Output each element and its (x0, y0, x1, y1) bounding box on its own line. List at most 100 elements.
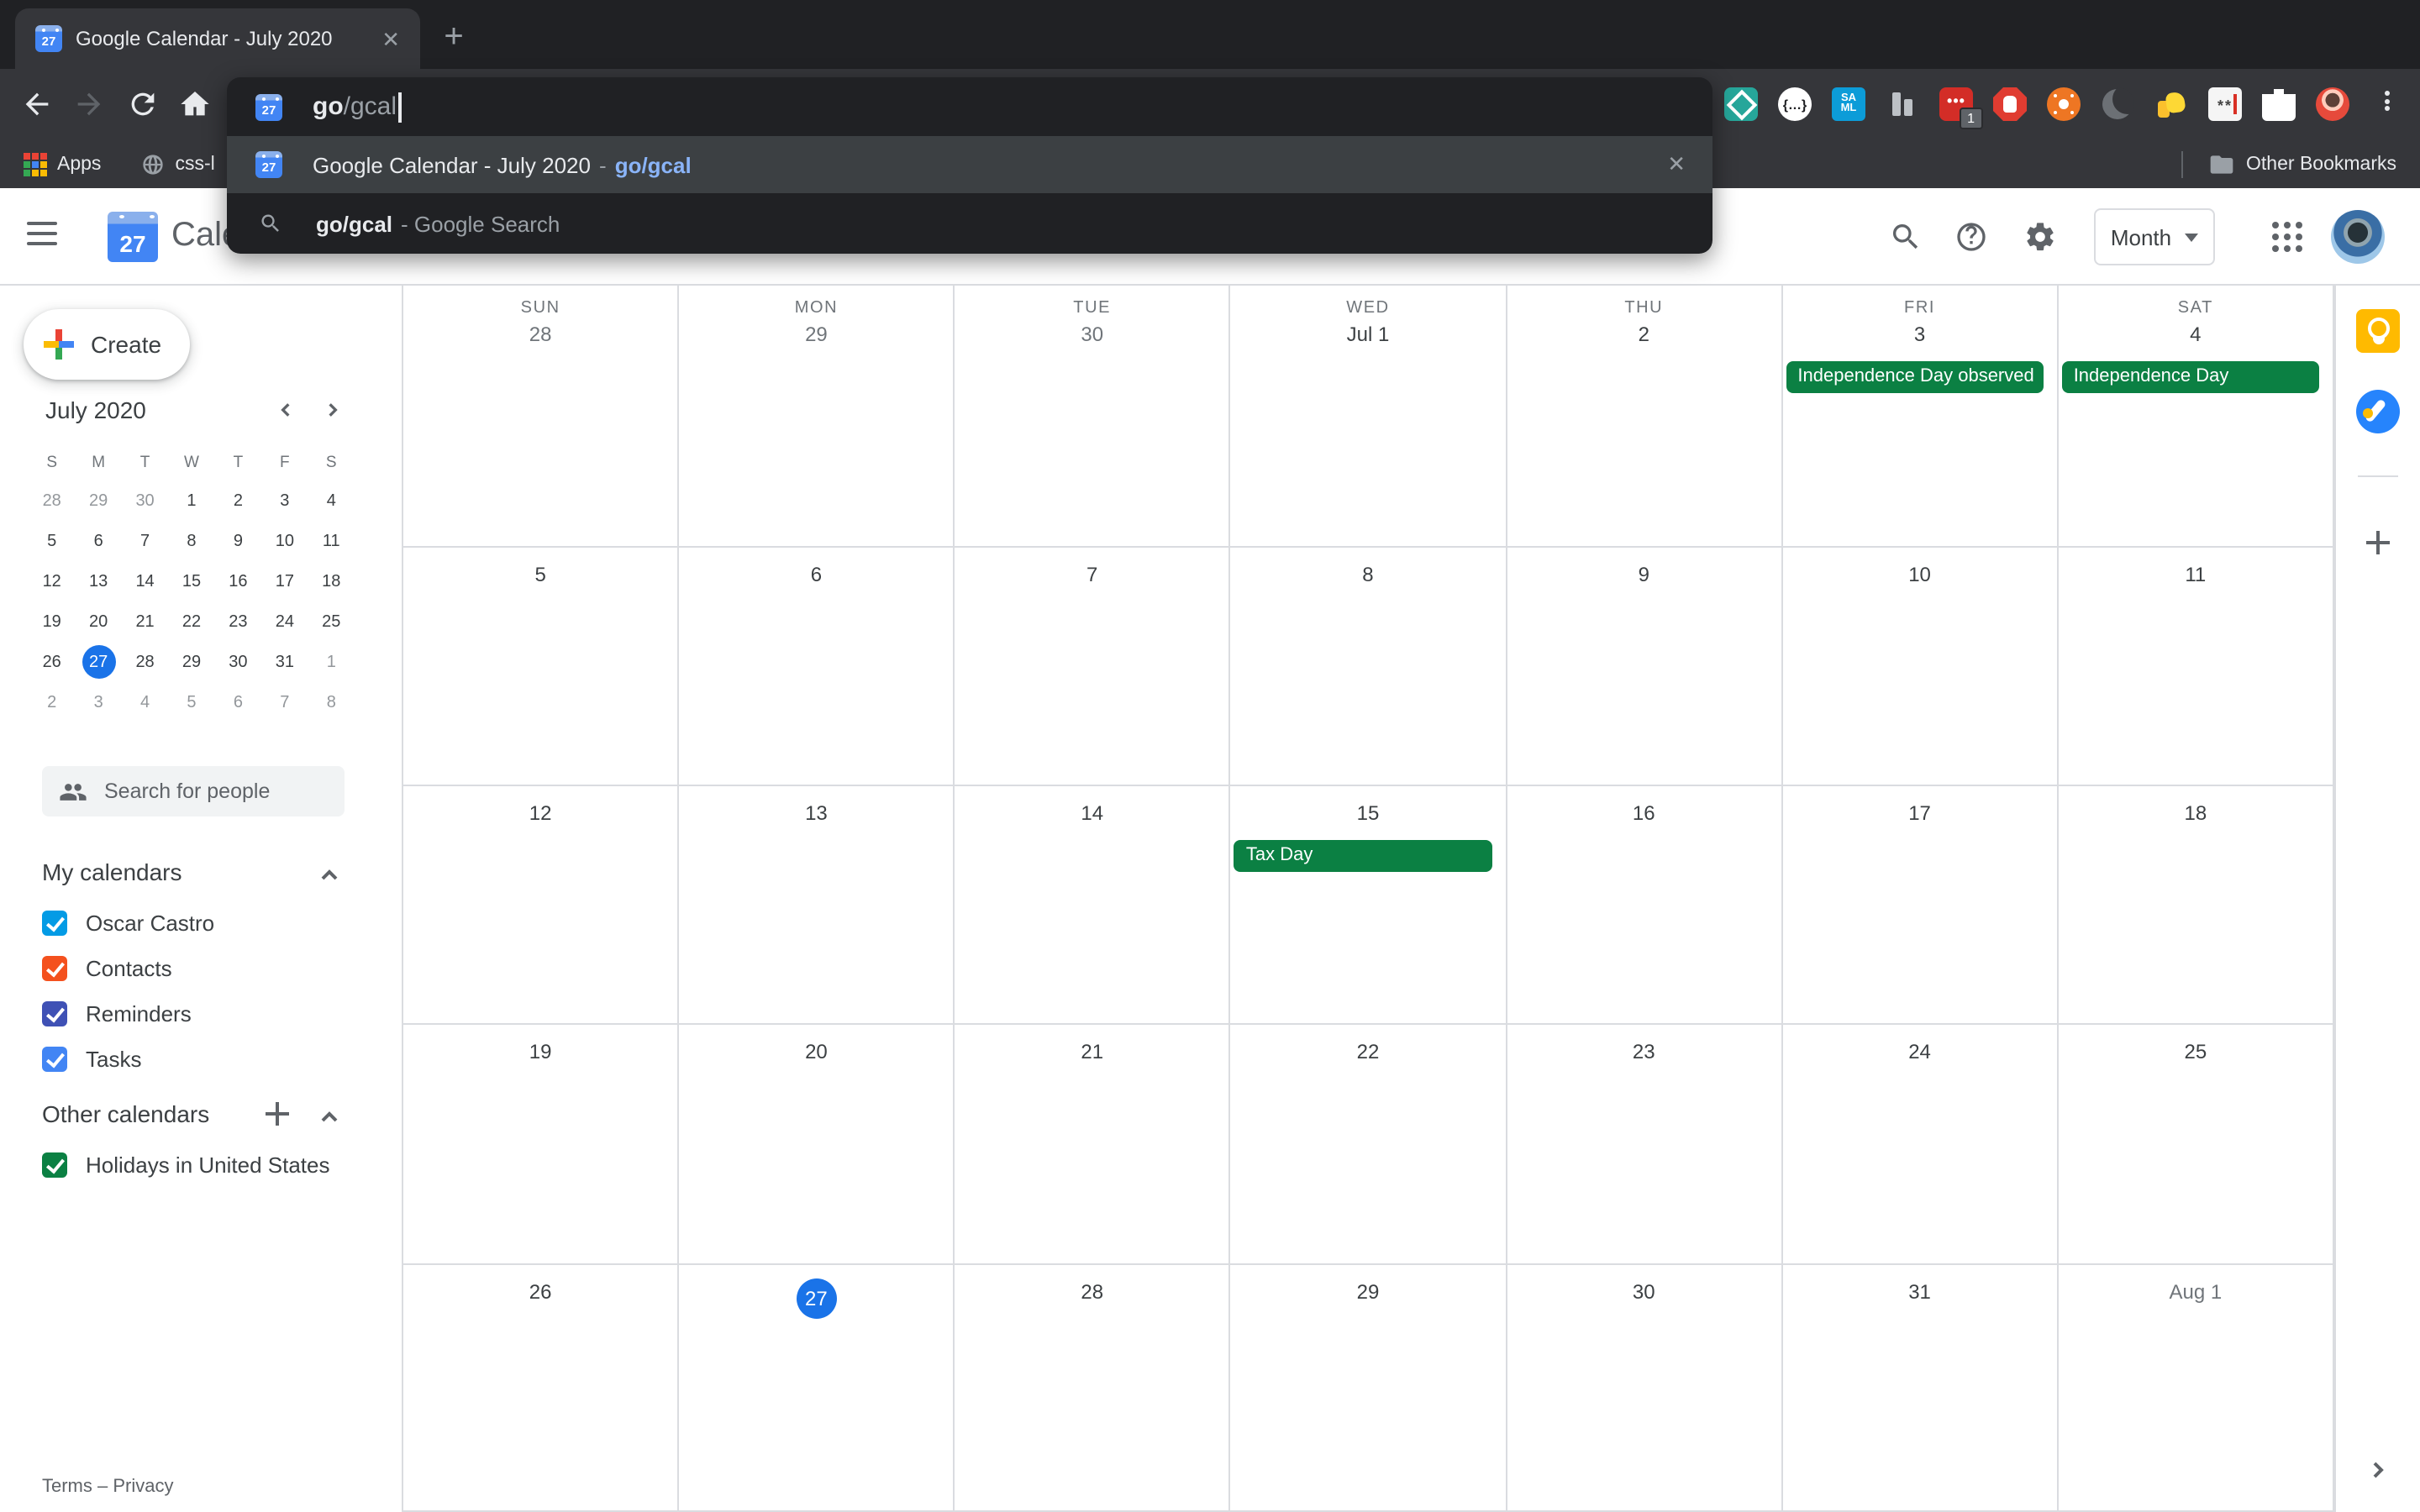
mini-day[interactable]: 3 (261, 480, 308, 521)
pause-bars-icon[interactable] (1886, 87, 1919, 121)
day-cell-30[interactable]: TUE30 (955, 286, 1231, 548)
reload-icon[interactable] (126, 87, 160, 121)
mini-day[interactable]: 2 (29, 682, 75, 722)
mini-day[interactable]: 29 (75, 480, 121, 521)
day-cell-11[interactable]: 11 (2059, 548, 2334, 786)
day-cell-21[interactable]: 21 (955, 1025, 1231, 1265)
mini-day[interactable]: 10 (261, 521, 308, 561)
terms-privacy-links[interactable]: Terms – Privacy (42, 1477, 174, 1497)
braces-circle-icon[interactable]: {…} (1778, 87, 1812, 121)
mini-day[interactable]: 14 (122, 561, 168, 601)
mini-day[interactable]: 28 (122, 642, 168, 682)
day-cell-29[interactable]: MON29 (679, 286, 955, 548)
saml-icon[interactable]: SAML (1832, 87, 1865, 121)
chevron-up-icon[interactable] (319, 1105, 339, 1126)
mini-day[interactable]: 24 (261, 601, 308, 642)
mini-day[interactable]: 7 (122, 521, 168, 561)
day-cell-18[interactable]: 18 (2059, 786, 2334, 1025)
chevron-right-icon[interactable] (2368, 1458, 2388, 1478)
checkbox-checked[interactable] (42, 1001, 67, 1026)
day-cell-13[interactable]: 13 (679, 786, 955, 1025)
search-people-input[interactable]: Search for people (42, 766, 345, 816)
calendar-item-contacts[interactable]: Contacts (42, 946, 172, 991)
mini-day[interactable]: 13 (75, 561, 121, 601)
kebab-menu-icon[interactable] (2370, 87, 2403, 121)
mini-day[interactable]: 18 (308, 561, 355, 601)
day-cell-14[interactable]: 14 (955, 786, 1231, 1025)
bookmark-site-label[interactable]: css-l (175, 154, 214, 174)
day-cell-7[interactable]: 7 (955, 548, 1231, 786)
mini-day[interactable]: 5 (168, 682, 214, 722)
mini-day[interactable]: 22 (168, 601, 214, 642)
mini-day[interactable]: 25 (308, 601, 355, 642)
mini-day[interactable]: 7 (261, 682, 308, 722)
google-tasks-icon[interactable] (2356, 390, 2400, 433)
checkbox-checked[interactable] (42, 1152, 67, 1178)
day-cell-31[interactable]: 31 (1782, 1265, 2058, 1512)
day-cell-2[interactable]: THU2 (1507, 286, 1782, 548)
thumbs-up-icon[interactable] (2154, 87, 2188, 121)
profile-avatar-icon[interactable] (2316, 87, 2349, 121)
moon-icon[interactable] (2101, 87, 2134, 121)
day-cell-24[interactable]: 24 (1782, 1025, 2058, 1265)
day-cell-6[interactable]: 6 (679, 548, 955, 786)
mini-day[interactable]: 31 (261, 642, 308, 682)
mini-day[interactable]: 23 (215, 601, 261, 642)
mini-day[interactable]: 9 (215, 521, 261, 561)
mini-day[interactable]: 8 (308, 682, 355, 722)
checkbox-checked[interactable] (42, 1047, 67, 1072)
mini-next-icon[interactable] (319, 396, 346, 423)
tab-close-icon[interactable]: ✕ (378, 24, 403, 53)
day-cell-28[interactable]: 28 (955, 1265, 1231, 1512)
mini-day[interactable]: 19 (29, 601, 75, 642)
mini-day[interactable]: 29 (168, 642, 214, 682)
day-cell-29[interactable]: 29 (1231, 1265, 1507, 1512)
mini-day[interactable]: 8 (168, 521, 214, 561)
suggestion-row-search[interactable]: go/gcal- Google Search (227, 193, 1712, 254)
google-apps-icon[interactable] (2272, 222, 2302, 252)
mini-day[interactable]: 16 (215, 561, 261, 601)
day-cell-8[interactable]: 8 (1231, 548, 1507, 786)
day-cell-28[interactable]: SUN28 (403, 286, 679, 548)
mini-day[interactable]: 30 (215, 642, 261, 682)
teal-diamond-icon[interactable] (1724, 87, 1758, 121)
event-chip[interactable]: Independence Day (2062, 361, 2319, 393)
back-icon[interactable] (20, 87, 54, 121)
day-cell-15[interactable]: 15Tax Day (1231, 786, 1507, 1025)
mini-day[interactable]: 11 (308, 521, 355, 561)
mini-day[interactable]: 30 (122, 480, 168, 521)
calendar-item-reminders[interactable]: Reminders (42, 991, 192, 1037)
day-cell-9[interactable]: 9 (1507, 548, 1782, 786)
view-selector-month[interactable]: Month (2094, 208, 2215, 265)
puzzle-icon[interactable] (2262, 87, 2296, 121)
orange-burst-icon[interactable] (2047, 87, 2081, 121)
mini-day[interactable]: 28 (29, 480, 75, 521)
day-cell-aug-1[interactable]: Aug 1 (2059, 1265, 2334, 1512)
new-tab-button[interactable]: + (437, 22, 471, 55)
create-button[interactable]: Create (24, 309, 190, 380)
mini-day[interactable]: 6 (75, 521, 121, 561)
get-addons-icon[interactable] (2366, 531, 2390, 554)
calendar-item-tasks[interactable]: Tasks (42, 1037, 141, 1082)
mini-day[interactable]: 1 (308, 642, 355, 682)
day-cell-27[interactable]: 27 (679, 1265, 955, 1512)
chevron-up-icon[interactable] (319, 864, 339, 884)
avatar[interactable] (2331, 210, 2385, 264)
other-bookmarks[interactable]: Other Bookmarks (2181, 150, 2396, 177)
day-cell-5[interactable]: 5 (403, 548, 679, 786)
mini-day[interactable]: 17 (261, 561, 308, 601)
day-cell-10[interactable]: 10 (1782, 548, 2058, 786)
event-chip[interactable]: Tax Day (1234, 840, 1491, 872)
stop-hand-icon[interactable] (1993, 87, 2027, 121)
main-menu-icon[interactable] (27, 222, 57, 245)
mini-day[interactable]: 12 (29, 561, 75, 601)
checkbox-checked[interactable] (42, 956, 67, 981)
settings-gear-icon[interactable] (2007, 188, 2074, 286)
day-cell-20[interactable]: 20 (679, 1025, 955, 1265)
add-calendar-icon[interactable] (266, 1102, 289, 1126)
day-cell-23[interactable]: 23 (1507, 1025, 1782, 1265)
mini-day[interactable]: 4 (308, 480, 355, 521)
day-cell-12[interactable]: 12 (403, 786, 679, 1025)
suggestion-row-selected[interactable]: 27 Google Calendar - July 2020-go/gcal ✕ (227, 136, 1712, 193)
lastpass-icon[interactable]: •••1 (1939, 87, 1973, 121)
